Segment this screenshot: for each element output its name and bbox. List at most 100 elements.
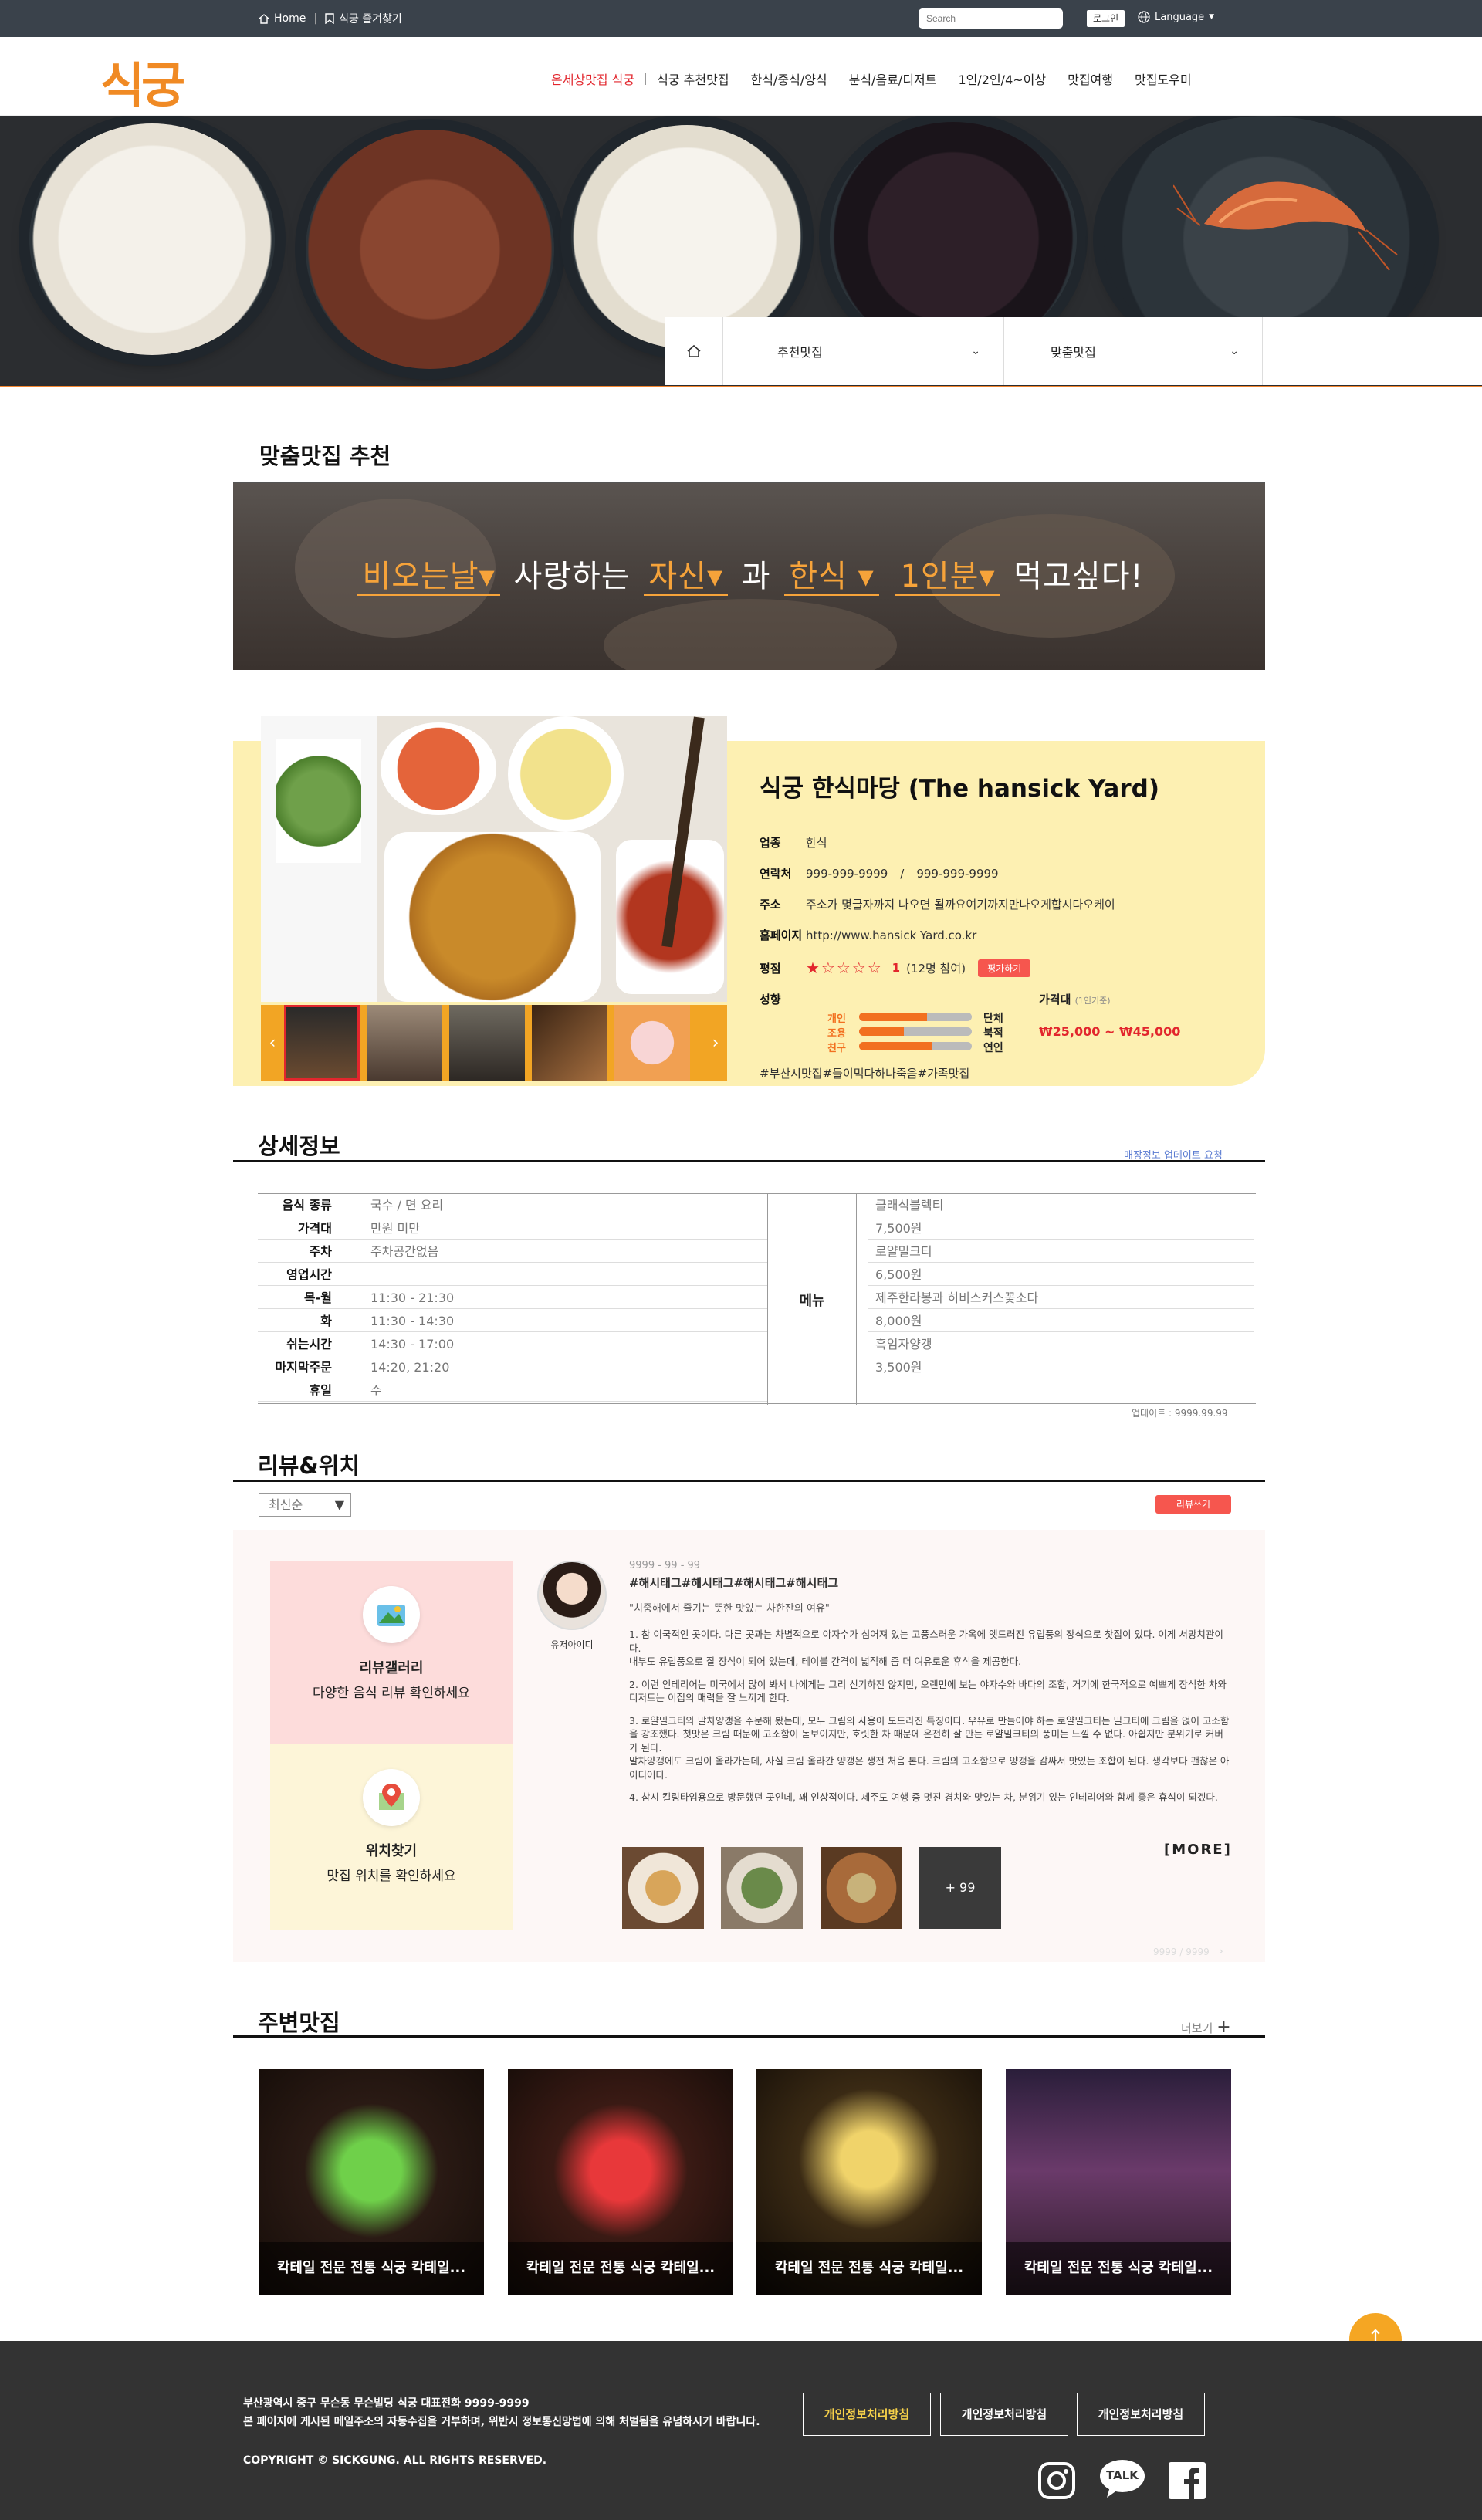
tendency-bar-fill [859, 1013, 927, 1021]
detail-key: 음식 종류 [282, 1198, 332, 1213]
rating-value: 1 [892, 961, 901, 975]
homepage-link[interactable]: http://www.hansick Yard.co.kr [806, 929, 976, 942]
nearby-card[interactable]: 칵테일 전문 전통 식궁 칵테일... [1006, 2069, 1231, 2295]
favorite-label: 식궁 즐겨찾기 [339, 13, 402, 25]
detail-value: 11:30 - 21:30 [370, 1290, 455, 1305]
card-caption: 칵테일 전문 전통 식궁 칵테일... [508, 2242, 733, 2295]
review-paragraph: 1. 참 이국적인 곳이다. 다른 곳과는 차별적으로 야자수가 심어져 있는 … [629, 1629, 1223, 1667]
sort-label: 최신순 [269, 1497, 303, 1512]
login-button[interactable]: 로그인 [1087, 10, 1125, 27]
tendency-bar [859, 1027, 972, 1036]
review-photo[interactable] [721, 1847, 803, 1929]
info-row: 업종 한식 [760, 834, 827, 851]
chevron-right-icon[interactable]: › [704, 1033, 727, 1053]
nearby-card[interactable]: 칵테일 전문 전통 식궁 칵테일... [259, 2069, 484, 2295]
card-caption: 칵테일 전문 전통 식궁 칵테일... [1006, 2242, 1231, 2295]
detail-row: 음식 종류 국수 / 면 요리 [258, 1194, 767, 1216]
nav-item-snack[interactable]: 분식/음료/디저트 [838, 69, 948, 88]
nav-item-cuisine[interactable]: 한식/중식/양식 [740, 69, 838, 88]
detail-row: 휴일 수 [258, 1379, 767, 1402]
review-date: 9999 - 99 - 99 [629, 1560, 701, 1571]
facebook-icon[interactable] [1167, 2461, 1207, 2501]
info-label: 연락처 [760, 867, 792, 881]
review-photo[interactable] [622, 1847, 704, 1929]
review-paragraph: 3. 로얄밀크티와 말차양갱을 주문해 봤는데, 모두 크림의 사용이 도드라진… [629, 1714, 1230, 1781]
privacy-policy-button[interactable]: 개인정보처리방침 [803, 2393, 931, 2436]
tendency-left-label: 개인 [827, 1013, 846, 1025]
nav-item-travel[interactable]: 맛집여행 [1057, 69, 1124, 88]
custom-dropdown[interactable]: 맞춤맛집 ⌄ [1003, 317, 1263, 385]
restaurant-main-photo[interactable] [261, 716, 727, 1002]
gallery-title: 리뷰갤러리 [359, 1660, 424, 1676]
nearby-more-link[interactable]: 더보기 + [1181, 2018, 1231, 2037]
recommend-dropdown[interactable]: 추천맛집 ⌄ [722, 317, 1003, 385]
menu-item: 7,500원 [868, 1217, 1254, 1240]
language-select[interactable]: Language ▼ [1138, 11, 1214, 23]
rate-button[interactable]: 평가하기 [978, 959, 1031, 977]
info-row: 주소 주소가 몇글자까지 나오면 될까요여기까지만나오게합시다오케이 [760, 896, 1115, 912]
section-divider [233, 1480, 1265, 1482]
favorite-link[interactable]: 식궁 즐겨찾기 [325, 11, 402, 26]
nearby-card[interactable]: 칵테일 전문 전통 식궁 칵테일... [756, 2069, 982, 2295]
home-button[interactable] [665, 317, 722, 385]
detail-table: 메뉴 음식 종류 국수 / 면 요리 가격대 만원 미만 주차 주차공간없음 영업시간 목-월… [258, 1193, 1256, 1405]
review-photo[interactable] [821, 1847, 902, 1929]
nav-item-party-size[interactable]: 1인/2인/4~이상 [947, 69, 1057, 88]
chevron-right-icon[interactable]: › [1219, 1943, 1223, 1958]
instagram-icon[interactable] [1037, 2461, 1077, 2501]
thumbnail[interactable] [449, 1005, 525, 1081]
category-value: 한식 [806, 836, 827, 850]
card-caption: 칵테일 전문 전통 식궁 칵테일... [259, 2242, 484, 2295]
menu-item: 3,500원 [868, 1356, 1254, 1378]
price-note: (1인기준) [1074, 996, 1111, 1006]
sentence-text: 먹고싶다! [1013, 559, 1144, 594]
chevron-down-icon: ⌄ [971, 345, 980, 357]
info-label: 주소 [760, 898, 781, 912]
detail-value: 주차공간없음 [370, 1244, 439, 1259]
privacy-policy-button[interactable]: 개인정보처리방침 [940, 2393, 1068, 2436]
more-button[interactable]: [MORE] [1164, 1842, 1232, 1858]
site-logo[interactable]: 식궁 [100, 46, 185, 116]
menu-item: 6,500원 [868, 1263, 1254, 1286]
footer [0, 2341, 1482, 2520]
more-photos-button[interactable]: + 99 [919, 1847, 1001, 1929]
home-link[interactable]: Home [259, 12, 306, 25]
food-select[interactable]: 한식 ▾ [784, 559, 879, 596]
top-bar: Home | 식궁 즐겨찾기 로그인 Language ▼ [0, 0, 1482, 37]
address-value: 주소가 몇글자까지 나오면 될까요여기까지만나오게합시다오케이 [806, 898, 1115, 912]
location-tile[interactable]: 위치찾기 맛집 위치를 확인하세요 [270, 1744, 513, 1930]
review-gallery-tile[interactable]: 리뷰갤러리 다양한 음식 리뷰 확인하세요 [270, 1561, 513, 1744]
detail-key: 쉬는시간 [286, 1337, 332, 1351]
detail-value: 만원 미만 [370, 1221, 420, 1236]
sort-select[interactable]: 최신순 ▼ [259, 1493, 351, 1517]
review-paragraph: 4. 참시 킬링타임용으로 방문했던 곳인데, 꽤 인상적이다. 제주도 여행 … [629, 1791, 1218, 1803]
divider: | [313, 12, 318, 25]
detail-row: 화 11:30 - 14:30 [258, 1310, 767, 1332]
info-row: 평점 ★☆☆☆☆ 1 (12명 참여) 평가하기 [760, 959, 1031, 977]
person-select[interactable]: 자신▾ [644, 559, 729, 596]
write-review-button[interactable]: 리뷰쓰기 [1155, 1495, 1231, 1514]
privacy-policy-button[interactable]: 개인정보처리방침 [1077, 2393, 1205, 2436]
count-select[interactable]: 1인분▾ [895, 559, 1000, 596]
avatar[interactable] [537, 1561, 607, 1630]
tendency-right-label: 단체 [983, 1013, 1003, 1025]
thumbnail[interactable] [284, 1005, 360, 1081]
kakaotalk-icon[interactable]: TALK [1099, 2459, 1145, 2498]
chevron-left-icon[interactable]: ‹ [261, 1033, 284, 1053]
thumbnail[interactable] [614, 1005, 690, 1081]
footer-notice: 본 페이지에 게시된 메일주소의 자동수집을 거부하며, 위반시 정보통신망법에… [243, 2416, 760, 2428]
thumbnail[interactable] [367, 1005, 442, 1081]
review-user-id[interactable]: 유저아이디 [537, 1638, 607, 1651]
detail-row: 가격대 만원 미만 [258, 1217, 767, 1240]
nav-item-helper[interactable]: 맛집도우미 [1124, 69, 1203, 88]
weather-select[interactable]: 비오는날▾ [357, 559, 500, 596]
detail-key: 화 [320, 1314, 332, 1328]
nav-item-home[interactable]: 온세상맛집 식궁 [540, 69, 645, 88]
search-input[interactable] [919, 8, 1063, 29]
thumbnail[interactable] [532, 1005, 607, 1081]
menu-item: 8,000원 [868, 1310, 1254, 1332]
caret-down-icon: ▼ [1209, 13, 1215, 21]
nearby-card[interactable]: 칵테일 전문 전통 식궁 칵테일... [508, 2069, 733, 2295]
nav-item-recommend[interactable]: 식궁 추천맛집 [646, 69, 739, 88]
phone-value: 999-999-9999 [916, 866, 999, 881]
